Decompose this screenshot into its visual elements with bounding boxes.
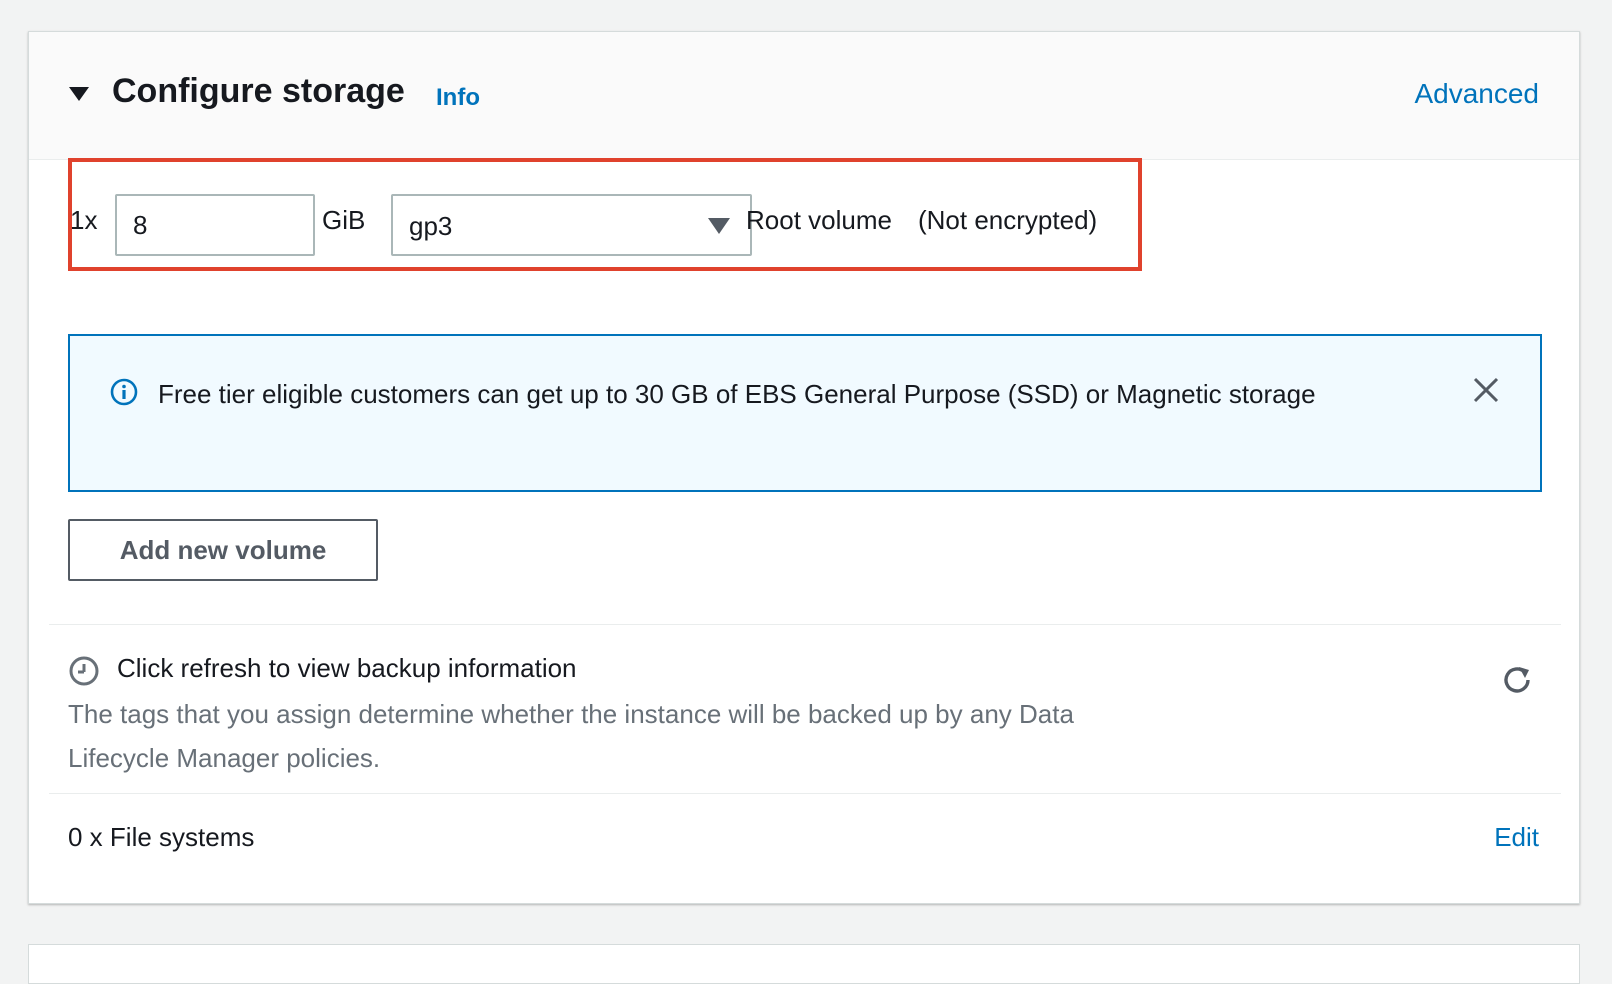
- close-icon[interactable]: [1470, 374, 1502, 406]
- file-systems-summary: 0 x File systems: [68, 822, 255, 852]
- expand-caret-icon[interactable]: [69, 87, 89, 101]
- volume-type-value: gp3: [409, 211, 453, 241]
- free-tier-alert: Free tier eligible customers can get up …: [68, 334, 1542, 492]
- refresh-icon[interactable]: [1499, 662, 1535, 698]
- divider: [49, 793, 1561, 794]
- volume-count-label: 1x: [70, 205, 98, 235]
- encryption-status: (Not encrypted): [918, 205, 1098, 235]
- panel-header[interactable]: Configure storage Info Advanced: [29, 32, 1579, 160]
- add-new-volume-button[interactable]: Add new volume: [68, 519, 378, 581]
- volume-size-unit: GiB: [322, 205, 366, 235]
- advanced-link[interactable]: Advanced: [1414, 78, 1539, 110]
- volume-size-input[interactable]: [115, 194, 315, 256]
- root-volume-label: Root volume: [746, 205, 892, 235]
- alert-message: Free tier eligible customers can get up …: [158, 379, 1316, 409]
- clock-icon: [69, 656, 99, 686]
- dropdown-caret-icon: [708, 218, 730, 234]
- divider: [49, 624, 1561, 625]
- configure-storage-panel: Configure storage Info Advanced 1x GiB g…: [28, 31, 1580, 904]
- section-title: Configure storage: [112, 72, 405, 110]
- info-circle-icon: [110, 378, 138, 406]
- next-panel-edge: [28, 944, 1580, 984]
- backup-info-title: Click refresh to view backup information: [117, 653, 577, 683]
- edit-file-systems-link[interactable]: Edit: [1494, 822, 1539, 853]
- info-link[interactable]: Info: [436, 84, 480, 112]
- volume-type-select[interactable]: gp3: [391, 194, 752, 256]
- backup-info-description: The tags that you assign determine wheth…: [68, 699, 1074, 773]
